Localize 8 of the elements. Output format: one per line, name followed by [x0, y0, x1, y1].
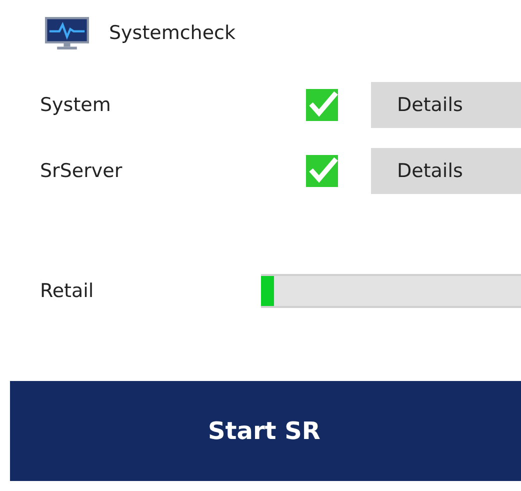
- app-title: Systemcheck: [109, 22, 236, 44]
- start-button[interactable]: Start SR: [10, 381, 521, 481]
- details-button[interactable]: Details: [371, 82, 521, 128]
- check-label: SrServer: [40, 160, 124, 182]
- monitor-icon: [45, 16, 89, 50]
- check-label: System: [40, 94, 112, 116]
- details-button[interactable]: Details: [371, 148, 521, 194]
- progress-label: Retail: [40, 280, 95, 302]
